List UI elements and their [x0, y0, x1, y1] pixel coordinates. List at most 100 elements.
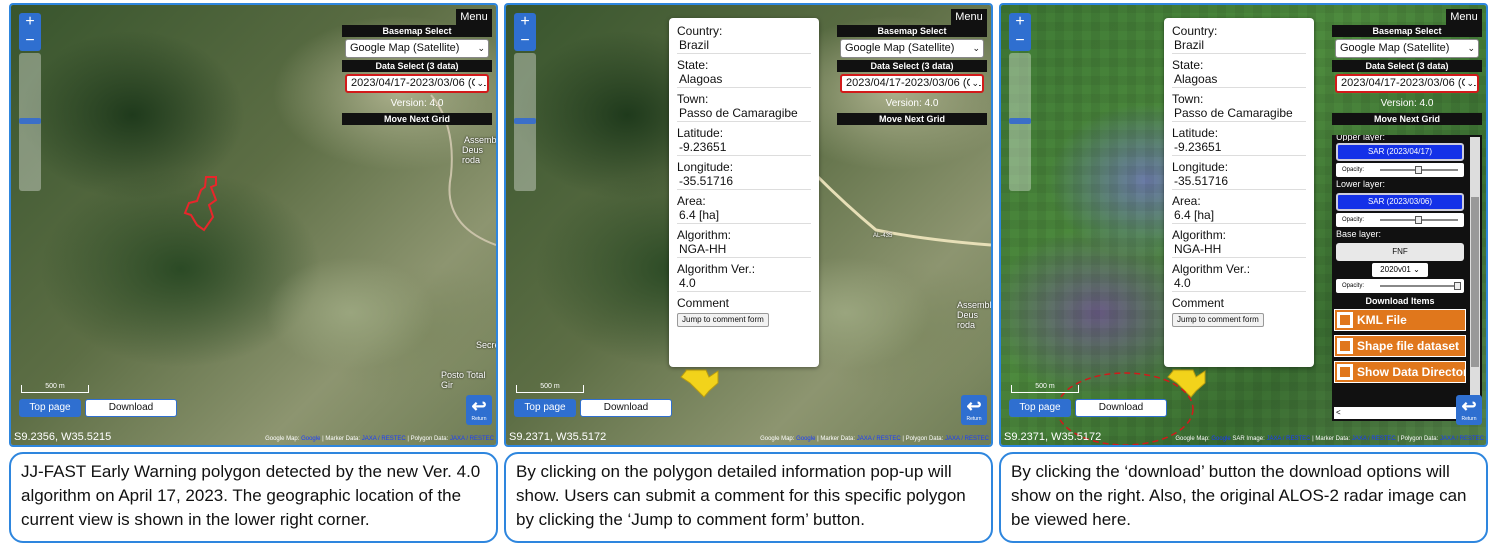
data-select-header: Data Select (3 data): [837, 60, 987, 72]
zoom-slider[interactable]: [514, 53, 536, 191]
opacity-slider[interactable]: Opacity:: [1336, 279, 1464, 293]
base-version-select[interactable]: 2020v01 ⌄: [1372, 263, 1428, 277]
lower-layer-button[interactable]: SAR (2023/03/06): [1336, 193, 1464, 211]
top-page-button[interactable]: Top page: [1009, 399, 1071, 417]
attribution-text: | Polygon Data:: [407, 436, 449, 442]
menu-button[interactable]: Menu: [456, 9, 492, 25]
caption-1: JJ-FAST Early Warning polygon detected b…: [9, 452, 498, 543]
popup-label: Country:: [677, 24, 723, 38]
opacity-slider[interactable]: Opacity:: [1336, 163, 1464, 177]
download-icon: [1337, 338, 1353, 354]
menu-button[interactable]: Menu: [951, 9, 987, 25]
base-layer-button[interactable]: FNF: [1336, 243, 1464, 261]
upper-layer-label: Upper layer:: [1336, 135, 1386, 141]
attribution: Google Map: Google SAR Image: JAXA / RES…: [1175, 436, 1484, 442]
move-next-grid-button[interactable]: Move Next Grid: [1332, 113, 1482, 125]
zoom-out-button[interactable]: −: [1009, 32, 1031, 51]
opacity-knob[interactable]: [1415, 216, 1422, 224]
data-select[interactable]: 2023/04/17-2023/03/06 (QL ⌄: [840, 74, 984, 93]
attribution-link[interactable]: Google: [301, 436, 320, 442]
popup-value: Brazil: [1172, 38, 1306, 54]
upper-layer-button[interactable]: SAR (2023/04/17): [1336, 143, 1464, 161]
polygon-marker[interactable]: [680, 369, 719, 398]
attribution-link[interactable]: Google: [796, 436, 815, 442]
popup-label: Country:: [1172, 24, 1218, 38]
opacity-knob[interactable]: [1415, 166, 1422, 174]
opacity-knob[interactable]: [1454, 282, 1461, 290]
return-arrow-icon: ↩: [966, 396, 982, 416]
version-label: Version: 4.0: [390, 98, 444, 109]
scroll-left-arrow[interactable]: <: [1336, 408, 1341, 417]
basemap-select[interactable]: Google Map (Satellite) ⌄: [840, 39, 984, 58]
vertical-scrollbar[interactable]: [1470, 137, 1480, 405]
zoom-slider[interactable]: [1009, 53, 1031, 191]
deforestation-polygon[interactable]: [183, 176, 218, 232]
move-next-grid-button[interactable]: Move Next Grid: [342, 113, 492, 125]
popup-label: Area:: [677, 194, 706, 208]
attribution-link[interactable]: Google: [1211, 436, 1230, 442]
menu-button[interactable]: Menu: [1446, 9, 1482, 25]
return-button[interactable]: ↩ Return: [961, 395, 987, 425]
basemap-select[interactable]: Google Map (Satellite) ⌄: [345, 39, 489, 58]
data-select[interactable]: 2023/04/17-2023/03/06 (QL ⌄: [1335, 74, 1479, 93]
download-items-header: Download Items: [1365, 296, 1435, 306]
control-panel: Basemap Select Google Map (Satellite) ⌄ D…: [1332, 25, 1482, 125]
zoom-out-button[interactable]: −: [19, 32, 41, 51]
popup-label: Longitude:: [677, 160, 734, 174]
chevron-down-icon: ⌄: [476, 40, 485, 57]
scale-bar: 500 m: [1011, 383, 1079, 393]
top-page-button[interactable]: Top page: [514, 399, 576, 417]
jump-to-comment-button[interactable]: Jump to comment form: [1172, 313, 1264, 327]
show-data-directory-button[interactable]: Show Data Directory: [1334, 361, 1466, 383]
popup-value: 4.0: [1172, 276, 1306, 292]
zoom-in-button[interactable]: +: [514, 13, 536, 32]
download-item-label: KML File: [1357, 313, 1407, 327]
attribution-link[interactable]: JAXA / RESTEC: [1352, 436, 1396, 442]
zoom-slider-handle[interactable]: [19, 118, 41, 124]
zoom-slider-handle[interactable]: [1009, 118, 1031, 124]
data-select-header: Data Select (3 data): [342, 60, 492, 72]
download-button[interactable]: Download: [580, 399, 672, 417]
popup-value: Passo de Camaragibe: [1172, 106, 1306, 122]
popup-value: 6.4 [ha]: [1172, 208, 1306, 224]
popup-label: State:: [1172, 58, 1204, 72]
opacity-slider[interactable]: Opacity:: [1336, 213, 1464, 227]
attribution-link[interactable]: JAXA / RESTEC: [450, 436, 494, 442]
popup-label: Latitude:: [1172, 126, 1219, 140]
attribution-link[interactable]: JAXA / RESTEC: [1266, 436, 1310, 442]
return-button[interactable]: ↩ Return: [1456, 395, 1482, 425]
zoom-out-button[interactable]: −: [514, 32, 536, 51]
download-button[interactable]: Download: [1075, 399, 1167, 417]
chevron-down-icon: ⌄: [1413, 265, 1420, 274]
chevron-down-icon: ⌄: [970, 76, 979, 91]
coordinate-readout: S9.2371, W35.5172: [1004, 431, 1102, 443]
attribution-link[interactable]: JAXA / RESTEC: [362, 436, 406, 442]
road-label: AL-435: [873, 233, 893, 239]
zoom-slider-handle[interactable]: [514, 118, 536, 124]
shape-file-button[interactable]: Shape file dataset: [1334, 335, 1466, 357]
place-label: Deus roda: [462, 145, 484, 165]
return-label: Return: [1461, 416, 1477, 422]
lower-layer-label: Lower layer:: [1336, 179, 1386, 189]
zoom-in-button[interactable]: +: [1009, 13, 1031, 32]
kml-file-button[interactable]: KML File: [1334, 309, 1466, 331]
attribution-link[interactable]: JAXA / RESTEC: [945, 436, 989, 442]
data-select[interactable]: 2023/04/17-2023/03/06 (QL ⌄: [345, 74, 489, 93]
basemap-select[interactable]: Google Map (Satellite) ⌄: [1335, 39, 1479, 58]
horizontal-scrollbar[interactable]: <: [1334, 407, 1464, 419]
basemap-header: Basemap Select: [1332, 25, 1482, 37]
download-button[interactable]: Download: [85, 399, 177, 417]
attribution-link[interactable]: JAXA / RESTEC: [1440, 436, 1484, 442]
jump-to-comment-button[interactable]: Jump to comment form: [677, 313, 769, 327]
coordinate-readout: S9.2371, W35.5172: [509, 431, 607, 443]
road: [814, 173, 991, 247]
scrollbar-thumb[interactable]: [1471, 197, 1479, 367]
zoom-slider[interactable]: [19, 53, 41, 191]
attribution-link[interactable]: JAXA / RESTEC: [857, 436, 901, 442]
layer-download-panel: Upper layer: SAR (2023/04/17) Opacity: L…: [1332, 135, 1482, 421]
zoom-in-button[interactable]: +: [19, 13, 41, 32]
move-next-grid-button[interactable]: Move Next Grid: [837, 113, 987, 125]
return-button[interactable]: ↩ Return: [466, 395, 492, 425]
basemap-header: Basemap Select: [837, 25, 987, 37]
top-page-button[interactable]: Top page: [19, 399, 81, 417]
